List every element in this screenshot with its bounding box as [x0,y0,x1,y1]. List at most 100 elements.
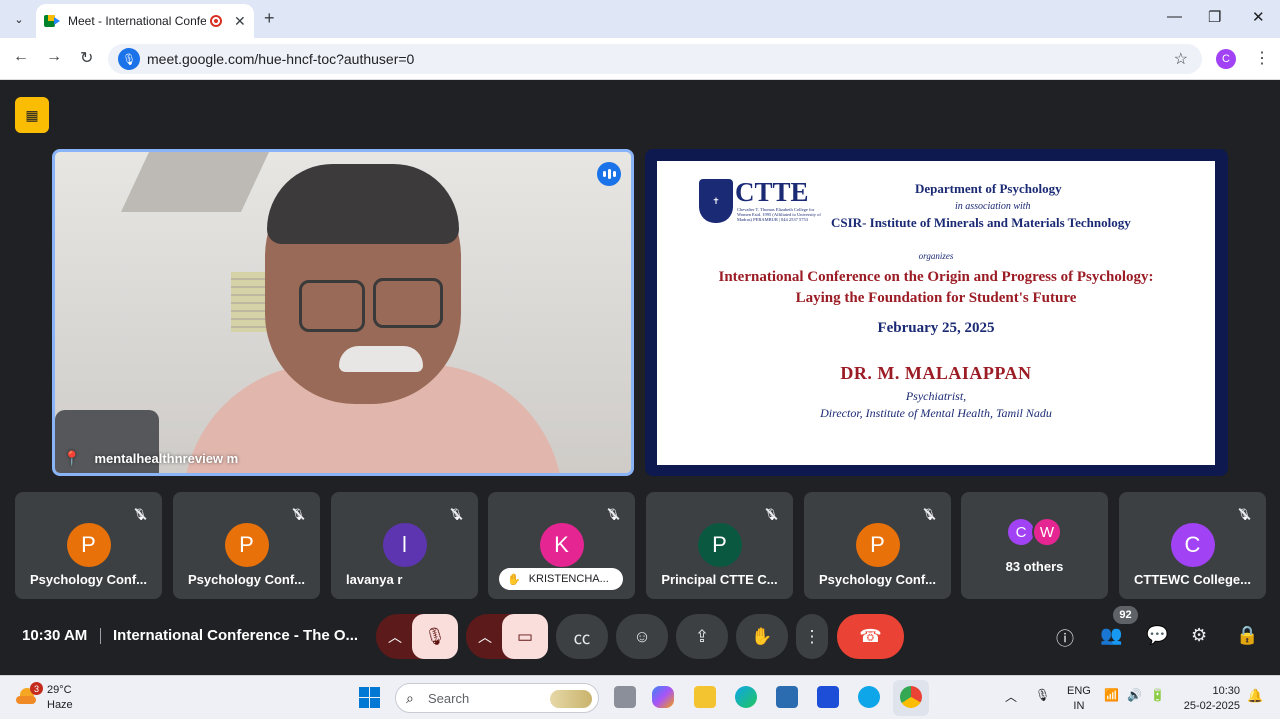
emoji-icon: ☺ [633,626,651,646]
back-arrow-icon[interactable]: ← [13,48,29,66]
audio-options-chevron-icon[interactable]: ︿ [388,627,402,647]
weather-condition[interactable]: Haze [47,699,73,711]
muted-mic-icon [921,506,937,522]
camera-off-button[interactable]: ▭ [502,614,548,659]
active-tab[interactable]: Meet - International Confer ✕ [36,4,254,38]
avatar: P [697,523,742,567]
browser-menu-icon[interactable]: ⋮ [1254,48,1270,68]
slide-conference-title-line2: Laying the Foundation for Student's Futu… [795,290,1077,306]
weather-badge: 3 [30,682,43,695]
copilot-icon[interactable] [652,686,674,708]
more-vertical-icon: ⋮ [803,626,821,646]
captions-off-icon[interactable]: ▦ [15,97,49,133]
participant-tile[interactable]: P Psychology Conf... [173,492,320,599]
browser-toolbar: ← → ↻ 🎙 meet.google.com/hue-hncf-toc?aut… [0,38,1280,80]
volume-icon[interactable]: 🔊 [1127,688,1142,702]
avatar: P [66,523,111,567]
participant-name: KRISTENCHA... [528,573,609,585]
clock-date: 25-02-2025 [1183,700,1240,712]
more-options-button[interactable]: ⋮ [796,614,828,659]
minimize-button[interactable]: — [1167,8,1182,25]
address-bar[interactable]: 🎙 meet.google.com/hue-hncf-toc?authuser=… [108,44,1202,74]
edge-icon[interactable] [735,686,757,708]
camera-control: ︿ ▭ [466,614,548,659]
close-window-button[interactable]: ✕ [1252,8,1265,26]
muted-mic-icon [763,506,779,522]
crest-icon: ✝ [699,179,733,223]
participant-tile[interactable]: P Psychology Conf... [804,492,951,599]
notification-bell-icon[interactable]: 🔔 [1247,688,1263,704]
slide-conference-title-line1: International Conference on the Origin a… [718,269,1154,285]
leave-call-button[interactable]: ☎ [837,614,904,659]
microphone-tray-icon[interactable]: 🎙 [1035,688,1050,702]
windows-start-icon[interactable] [359,687,380,708]
windows-taskbar: 3 29°C Haze ⌕ Search ︿ 🎙 ENG IN 📶 🔊 🔋 10… [0,675,1280,719]
video-options-chevron-icon[interactable]: ︿ [478,627,492,647]
new-tab-button[interactable]: + [264,8,275,29]
host-controls-icon[interactable]: 🔒 [1236,625,1258,646]
google-meet-favicon-icon [44,14,60,28]
microphone-site-icon[interactable]: 🎙 [118,48,140,70]
file-explorer-icon[interactable] [694,686,716,708]
taskbar-search[interactable]: ⌕ Search [395,683,599,713]
tab-search-menu-button[interactable]: ⌄ [8,8,30,30]
captions-button[interactable]: ㏄ [556,614,608,659]
avatar: K [539,523,584,567]
others-tile[interactable]: C W 83 others [961,492,1108,599]
avatar: P [855,523,900,567]
speaker-video-tile[interactable]: 📍 mentalhealthnreview m [52,149,634,476]
system-clock[interactable]: 10:30 25-02-2025 [1180,684,1240,714]
meeting-title[interactable]: International Conference - The O... [113,627,358,644]
browser-tab-bar: ⌄ Meet - International Confer ✕ + — ❐ ✕ [0,0,1280,38]
participant-name: Psychology Conf... [29,572,147,587]
language-code: ENG [1067,685,1091,697]
meeting-clock: 10:30 AM [22,627,88,644]
captions-icon: ㏄ [573,629,591,648]
slide-department: Department of Psychology [915,181,1062,196]
phone-hangup-icon: ☎ [859,626,882,646]
bookmark-star-icon[interactable]: ☆ [1174,49,1188,69]
meeting-details-icon[interactable]: ⓘ [1056,625,1074,651]
mic-off-button[interactable]: 🎙 [412,614,458,659]
store-icon[interactable] [776,686,798,708]
region-code: IN [1073,700,1085,712]
participant-tile[interactable]: P Principal CTTE C... [646,492,793,599]
chrome-icon[interactable] [900,686,922,708]
present-button[interactable]: ⇪ [676,614,728,659]
participant-tile[interactable]: K ✋ KRISTENCHA... [488,492,635,599]
restore-button[interactable]: ❐ [1208,8,1221,26]
tab-close-button[interactable]: ✕ [234,13,246,30]
microphone-control: ︿ 🎙 [376,614,458,659]
temperature[interactable]: 29°C [47,684,72,696]
participant-tile[interactable]: l lavanya r [331,492,478,599]
avatar: C [1170,523,1215,567]
activities-icon[interactable]: ⚙ [1191,625,1207,646]
task-view-icon[interactable] [614,686,636,708]
participant-tile[interactable]: C CTTEWC College... [1119,492,1266,599]
battery-icon[interactable]: 🔋 [1150,688,1165,702]
help-icon[interactable] [858,686,880,708]
input-language[interactable]: ENG IN [1067,684,1091,714]
wifi-icon[interactable]: 📶 [1104,688,1119,702]
reactions-button[interactable]: ☺ [616,614,668,659]
participant-tile[interactable]: P Psychology Conf... [15,492,162,599]
muted-mic-icon [1236,506,1252,522]
participant-name: Psychology Conf... [187,572,305,587]
forward-arrow-icon[interactable]: → [46,48,62,66]
logo-subtitle: Chevalier T. Thomas Elizabeth College fo… [737,207,821,222]
avatar: l [382,523,427,567]
chat-icon[interactable]: 💬 [1146,625,1168,646]
pin-icon[interactable]: 📍 [63,450,80,467]
profile-avatar[interactable]: C [1216,49,1236,69]
mshp-app-icon[interactable] [817,686,839,708]
reload-icon[interactable]: ↻ [80,48,93,68]
meet-stage: ▦ 📍 mentalhealthnreview m ✝ CTTE Chevali… [0,81,1280,675]
presentation-tile[interactable]: ✝ CTTE Chevalier T. Thomas Elizabeth Col… [645,149,1228,476]
raise-hand-button[interactable]: ✋ [736,614,788,659]
people-icon[interactable]: 👥 [1100,625,1122,646]
clock-time: 10:30 [1212,685,1240,697]
url-text[interactable]: meet.google.com/hue-hncf-toc?authuser=0 [147,51,414,67]
speaker-video [55,152,631,473]
show-hidden-icons-chevron-icon[interactable]: ︿ [1005,688,1017,705]
divider [100,628,101,644]
